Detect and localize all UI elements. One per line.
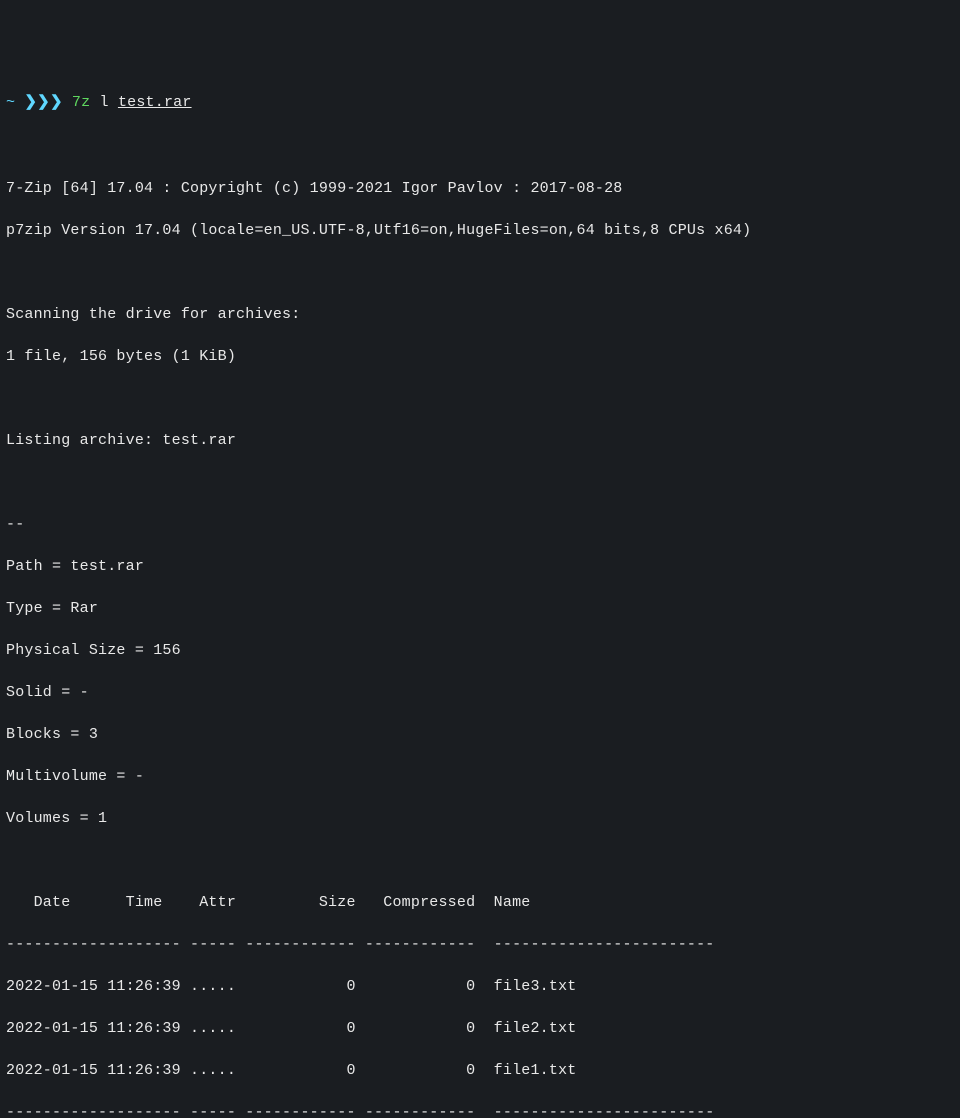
header-line-1: 7-Zip [64] 17.04 : Copyright (c) 1999-20… [6,178,954,199]
meta-multivolume: Multivolume = - [6,766,954,787]
scan-line-1: Scanning the drive for archives: [6,304,954,325]
command-name: 7z [72,94,90,111]
meta-sep: -- [6,514,954,535]
header-line-2: p7zip Version 17.04 (locale=en_US.UTF-8,… [6,220,954,241]
table-row: 2022-01-15 11:26:39 ..... 0 0 file1.txt [6,1060,954,1081]
table-row: 2022-01-15 11:26:39 ..... 0 0 file3.txt [6,976,954,997]
blank-line [6,262,954,283]
meta-physical-size: Physical Size = 156 [6,640,954,661]
blank-line [6,136,954,157]
prompt-tilde: ~ [6,94,15,111]
blank-line [6,850,954,871]
listing-title: Listing archive: test.rar [6,430,954,451]
blank-line [6,472,954,493]
command-file: test.rar [118,94,192,111]
meta-type: Type = Rar [6,598,954,619]
table-rule-2: ------------------- ----- ------------ -… [6,1102,954,1118]
command-arg: l [100,94,109,111]
blank-line [6,388,954,409]
meta-path: Path = test.rar [6,556,954,577]
table-rule: ------------------- ----- ------------ -… [6,934,954,955]
table-header: Date Time Attr Size Compressed Name [6,892,954,913]
scan-line-2: 1 file, 156 bytes (1 KiB) [6,346,954,367]
meta-volumes: Volumes = 1 [6,808,954,829]
table-row: 2022-01-15 11:26:39 ..... 0 0 file2.txt [6,1018,954,1039]
prompt-arrows-icon: ❯❯❯ [24,94,62,111]
prompt-line[interactable]: ~ ❯❯❯ 7z l test.rar [6,92,954,113]
meta-solid: Solid = - [6,682,954,703]
meta-blocks: Blocks = 3 [6,724,954,745]
